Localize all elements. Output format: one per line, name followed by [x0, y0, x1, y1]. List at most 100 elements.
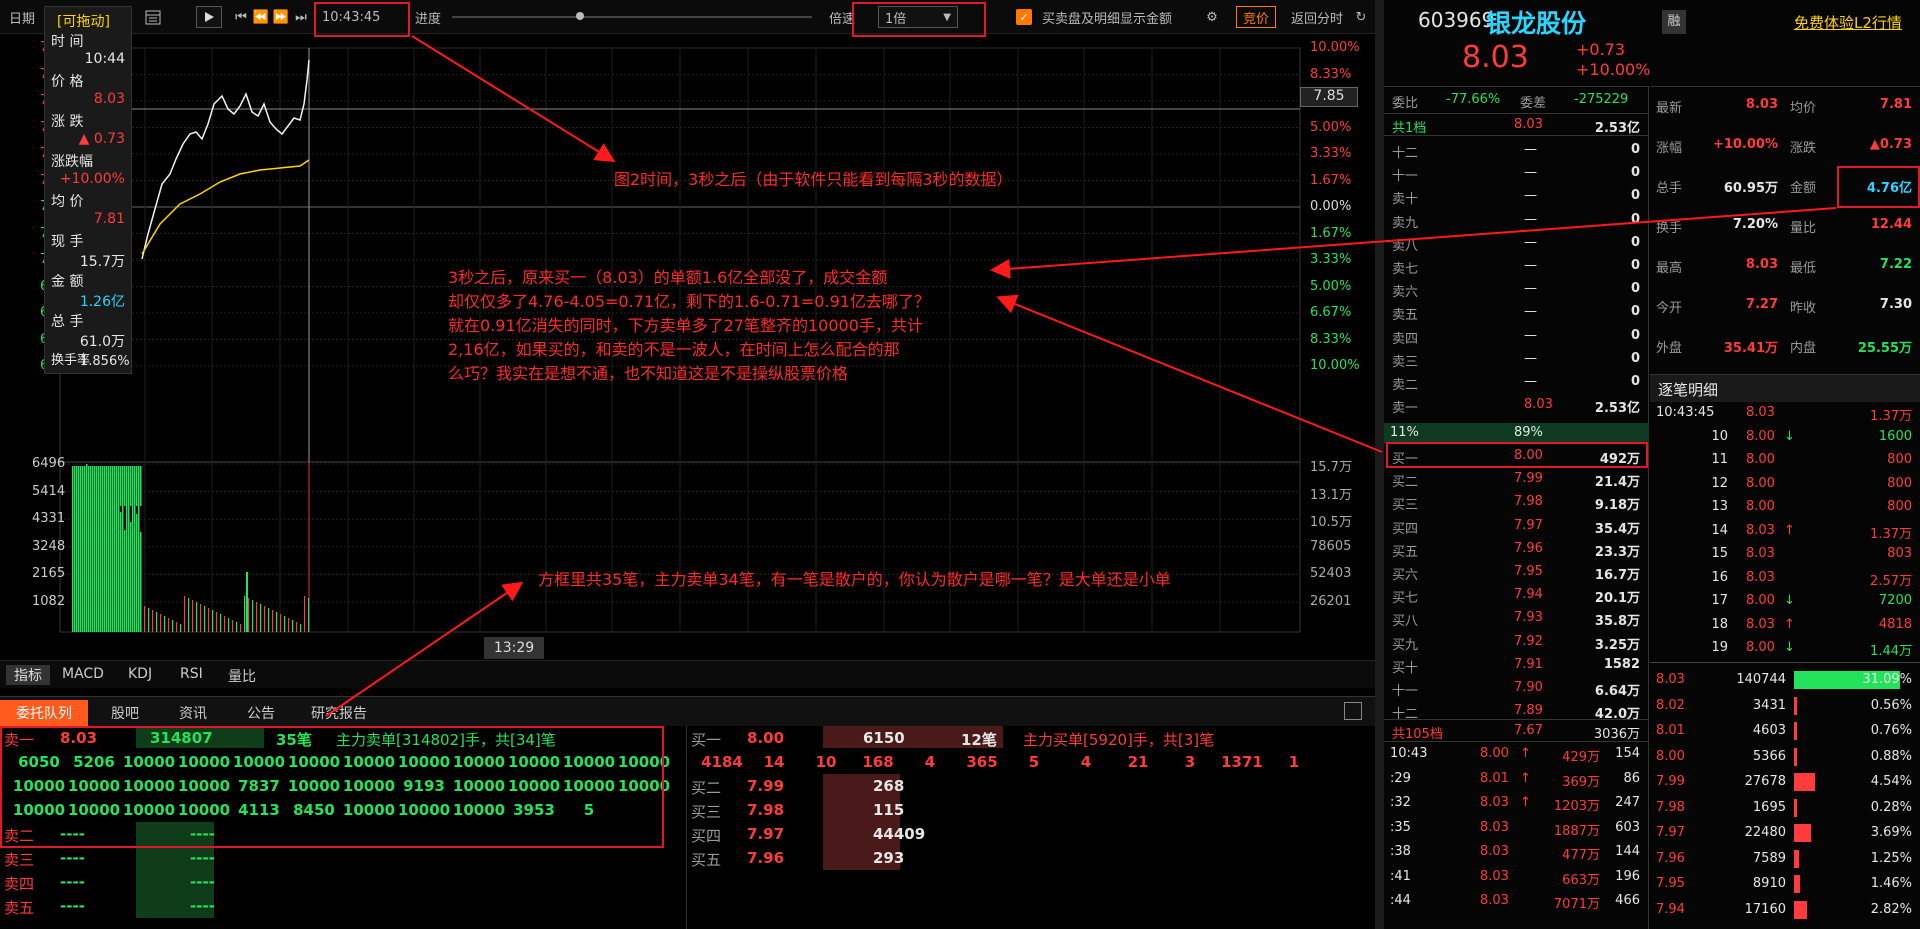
progress-handle[interactable]: [576, 12, 584, 20]
dist-bar: [1794, 722, 1797, 740]
skip-end-icon[interactable]: ⏭: [292, 6, 310, 28]
back-timeshare-button[interactable]: 返回分时: [1284, 6, 1350, 28]
ask-label: 卖八: [1392, 238, 1419, 254]
ask-price-empty: —: [1524, 258, 1537, 273]
rewind-icon[interactable]: ⏪: [252, 6, 270, 28]
sell-level-label: 卖三: [4, 851, 35, 869]
ticks-list[interactable]: 10:43:45 8.03 1.37万 10 8.00 ↓ 1600 11 8.00 800 12 8…: [1650, 402, 1920, 662]
volume-bar: [188, 598, 190, 632]
tick-row: 12 8.00 800: [1650, 473, 1920, 496]
volume-bar: [176, 622, 178, 632]
trade-price: 8.03: [1480, 819, 1509, 835]
skip-start-icon[interactable]: ⏮: [232, 6, 250, 28]
bid-label: 买二: [1392, 475, 1419, 491]
margin-badge[interactable]: 融: [1662, 10, 1686, 34]
drag-label[interactable]: [可拖动]: [57, 11, 110, 31]
amount-checkbox[interactable]: ✓: [1016, 9, 1032, 25]
volume-bar: [106, 484, 108, 632]
bid-row[interactable]: 买四 7.97 35.4万: [1384, 515, 1648, 538]
avg-label: 均 价: [51, 194, 84, 210]
ask-volume: 0: [1630, 304, 1640, 320]
gear-icon[interactable]: ⚙: [1202, 6, 1222, 28]
tab-volume-ratio[interactable]: 量比: [228, 666, 256, 686]
l2-link[interactable]: 免费体验L2行情: [1794, 12, 1902, 33]
ask-row[interactable]: 卖六 — 0: [1384, 278, 1648, 301]
tab-indicator[interactable]: 指标: [6, 665, 50, 685]
tab-forum[interactable]: 股吧: [100, 700, 150, 726]
bid-price: 7.89: [1514, 703, 1543, 719]
auction-button[interactable]: 竞价: [1236, 6, 1276, 28]
calendar-icon[interactable]: [140, 6, 166, 28]
stat-label: 换手: [1656, 221, 1683, 236]
tab-kdj[interactable]: KDJ: [128, 666, 152, 682]
ask-total-row: 共1档 8.03 2.53亿: [1384, 113, 1648, 136]
distribution-row: 8.03 140744 31.09%: [1650, 669, 1920, 692]
bid-row[interactable]: 买六 7.95 16.7万: [1384, 561, 1648, 584]
bid-row[interactable]: 买九 7.92 3.25万: [1384, 631, 1648, 654]
ask-total-amount: 2.53亿: [1594, 121, 1640, 136]
daily-tab[interactable]: 日期: [4, 6, 40, 28]
play-icon[interactable]: [196, 6, 222, 28]
ask-row[interactable]: 卖三 — 0: [1384, 348, 1648, 371]
pct-axis-label: 3.33%: [1310, 146, 1352, 161]
sell-level-price: ----: [60, 849, 85, 867]
ask-row[interactable]: 卖四 — 0: [1384, 325, 1648, 348]
ask-row[interactable]: 十二 — 0: [1384, 139, 1648, 162]
ask-row[interactable]: 卖二 — 0: [1384, 371, 1648, 394]
volume-bar: [124, 530, 126, 632]
ratio-left: 11%: [1390, 425, 1419, 440]
ask-total-label: 共1档: [1392, 121, 1427, 136]
tab-research[interactable]: 研究报告: [304, 700, 374, 726]
bid-row[interactable]: 十一 7.90 6.64万: [1384, 677, 1648, 700]
volume-bar: [136, 514, 138, 632]
tab-macd[interactable]: MACD: [62, 666, 104, 682]
panel-splitter[interactable]: [1375, 0, 1384, 929]
bid-row[interactable]: 买五 7.96 23.3万: [1384, 538, 1648, 561]
ask-label: 卖六: [1392, 285, 1419, 301]
tick-volume: 1.44万: [1870, 644, 1912, 659]
ask-row[interactable]: 十一 — 0: [1384, 162, 1648, 185]
tab-rsi[interactable]: RSI: [180, 666, 203, 682]
volume-axis-label: 5414: [32, 483, 66, 499]
ask-row[interactable]: 卖一 8.03 2.53亿: [1384, 394, 1648, 417]
bid-row[interactable]: 买八 7.93 35.8万: [1384, 607, 1648, 630]
ask-row[interactable]: 卖九 — 0: [1384, 209, 1648, 232]
bid-row[interactable]: 买二 7.99 21.4万: [1384, 468, 1648, 491]
volume-bar: [248, 598, 250, 632]
tab-news[interactable]: 资讯: [168, 700, 218, 726]
refresh-icon[interactable]: ↻: [1352, 6, 1370, 28]
ask-row[interactable]: 卖七 — 0: [1384, 255, 1648, 278]
ask-row[interactable]: 卖五 — 0: [1384, 301, 1648, 324]
fast-forward-icon[interactable]: ⏩: [272, 6, 290, 28]
ask-label: 卖十: [1392, 192, 1419, 208]
dist-pct: 3.69%: [1870, 825, 1912, 840]
pct-axis-label: 10.00%: [1310, 358, 1360, 373]
sell-level-price: ----: [60, 873, 85, 891]
bid-row[interactable]: 买七 7.94 20.1万: [1384, 584, 1648, 607]
progress-slider[interactable]: [452, 12, 812, 20]
buy-order-volume: 168: [862, 753, 894, 771]
tab-notices[interactable]: 公告: [236, 700, 286, 726]
tick-volume: 1.37万: [1870, 409, 1912, 424]
crosshair-info-box[interactable]: [可拖动] 时 间 10:44 价 格 8.03 涨 跌 ▲ 0.73 涨跌幅 …: [44, 6, 132, 374]
ask-row[interactable]: 卖八 — 0: [1384, 232, 1648, 255]
dist-pct: 31.09%: [1862, 672, 1912, 687]
volume-bar: [268, 608, 270, 632]
stat-label: 量比: [1790, 221, 1817, 236]
tick-price: 8.00: [1746, 475, 1775, 491]
price-value: 8.03: [93, 91, 125, 107]
ask-row[interactable]: 卖十 — 0: [1384, 185, 1648, 208]
tick-price: 8.03: [1746, 546, 1775, 561]
collapse-icon[interactable]: [1344, 702, 1362, 720]
dist-pct: 1.25%: [1870, 850, 1912, 866]
bid-row[interactable]: 买三 7.98 9.18万: [1384, 491, 1648, 514]
stat-label: 最低: [1790, 261, 1817, 276]
tab-order-queue[interactable]: 委托队列: [0, 700, 88, 726]
bid-row[interactable]: 买十 7.91 1582: [1384, 654, 1648, 677]
buy-level-label: 买五: [691, 851, 722, 869]
stock-change-pct: +10.00%: [1576, 60, 1651, 79]
ask-volume: 0: [1630, 258, 1640, 273]
commission-diff-label: 委差: [1520, 96, 1547, 111]
dist-pct: 0.28%: [1870, 799, 1912, 815]
dist-pct: 2.82%: [1870, 901, 1912, 917]
